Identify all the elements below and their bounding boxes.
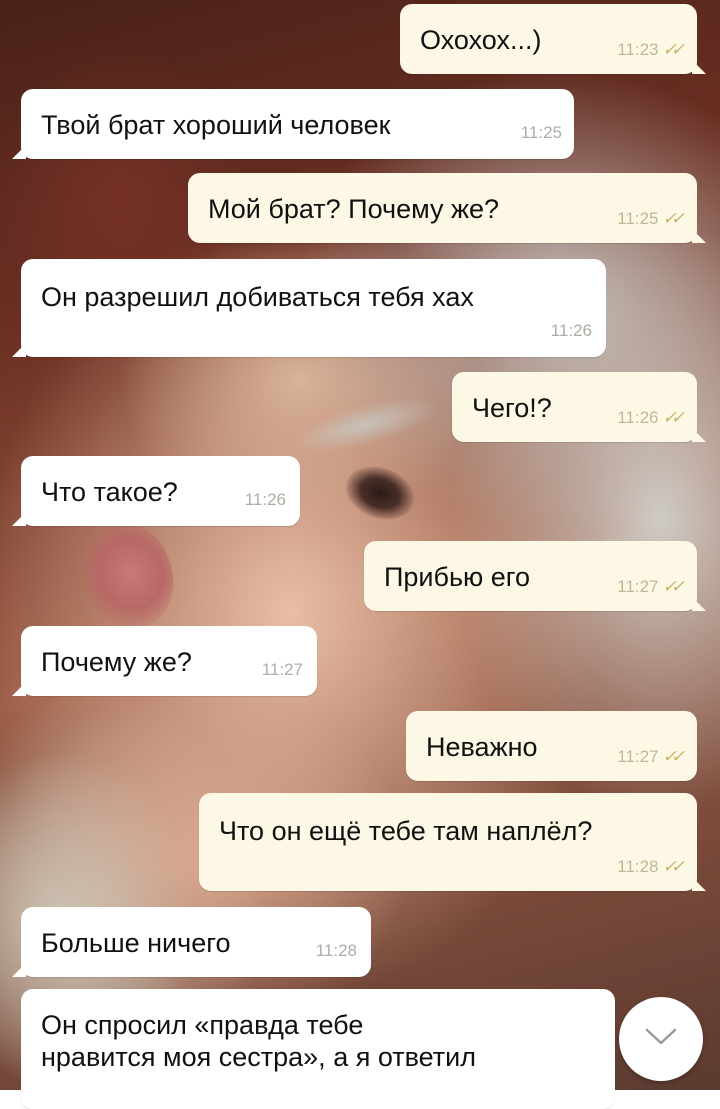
message-incoming[interactable]: Твой брат хороший человек 11:25 [12,89,574,159]
message-time: 11:23 ✓✓ [617,34,685,66]
message-text: Твой брат хороший человек [41,110,391,140]
message-text: Что он ещё тебе там наплёл? [219,816,593,846]
message-text: Больше ничего [41,928,231,958]
message-time: 11:26 [244,490,286,509]
double-check-icon: ✓✓ [662,408,685,427]
message-outgoing[interactable]: Что он ещё тебе там наплёл? 11:28 ✓✓ [199,793,706,891]
message-time: 11:27 [261,660,303,679]
message-outgoing[interactable]: Неважно 11:27 ✓✓ [406,711,697,781]
double-check-icon: ✓✓ [662,209,685,228]
message-text: Охохох...) [420,25,542,55]
message-outgoing[interactable]: Чего!? 11:26 ✓✓ [452,372,706,442]
message-text: Он разрешил добиваться тебя хах [41,282,474,312]
message-time: 11:25 [520,123,562,142]
message-time: 11:28 [315,941,357,960]
scroll-to-bottom-button[interactable] [619,997,703,1081]
message-time: 11:25 ✓✓ [617,203,685,235]
message-text: Он спросил «правда тебе нравится моя сес… [41,1010,476,1072]
double-check-icon: ✓✓ [662,857,685,876]
double-check-icon: ✓✓ [662,40,685,59]
message-list[interactable]: Охохох...) 11:23 ✓✓ Твой брат хороший чел… [0,0,720,1109]
message-incoming[interactable]: Что такое? 11:26 [12,456,300,526]
message-time: 11:28 ✓✓ [617,851,685,883]
message-time: 11:27 ✓✓ [617,741,685,773]
chevron-down-icon [644,1027,678,1052]
message-text: Чего!? [472,393,552,423]
message-incoming[interactable]: Больше ничего 11:28 [12,907,371,977]
message-incoming[interactable]: Почему же? 11:27 [12,626,317,696]
message-text: Неважно [426,732,538,762]
double-check-icon: ✓✓ [662,577,685,596]
double-check-icon: ✓✓ [662,747,685,766]
message-outgoing[interactable]: Мой брат? Почему же? 11:25 ✓✓ [188,173,706,243]
message-incoming[interactable]: Он спросил «правда тебе нравится моя сес… [21,989,615,1109]
message-text: Прибью его [384,562,531,592]
message-text: Почему же? [41,647,192,677]
message-incoming[interactable]: Он разрешил добиваться тебя хах 11:26 [12,259,606,357]
message-text: Мой брат? Почему же? [208,194,500,224]
message-text: Что такое? [41,477,178,507]
message-time: 11:26 [550,321,592,340]
message-outgoing[interactable]: Охохох...) 11:23 ✓✓ [400,4,706,74]
message-time: 11:27 ✓✓ [617,571,685,603]
message-time: 11:26 ✓✓ [617,402,685,434]
message-outgoing[interactable]: Прибью его 11:27 ✓✓ [364,541,706,611]
